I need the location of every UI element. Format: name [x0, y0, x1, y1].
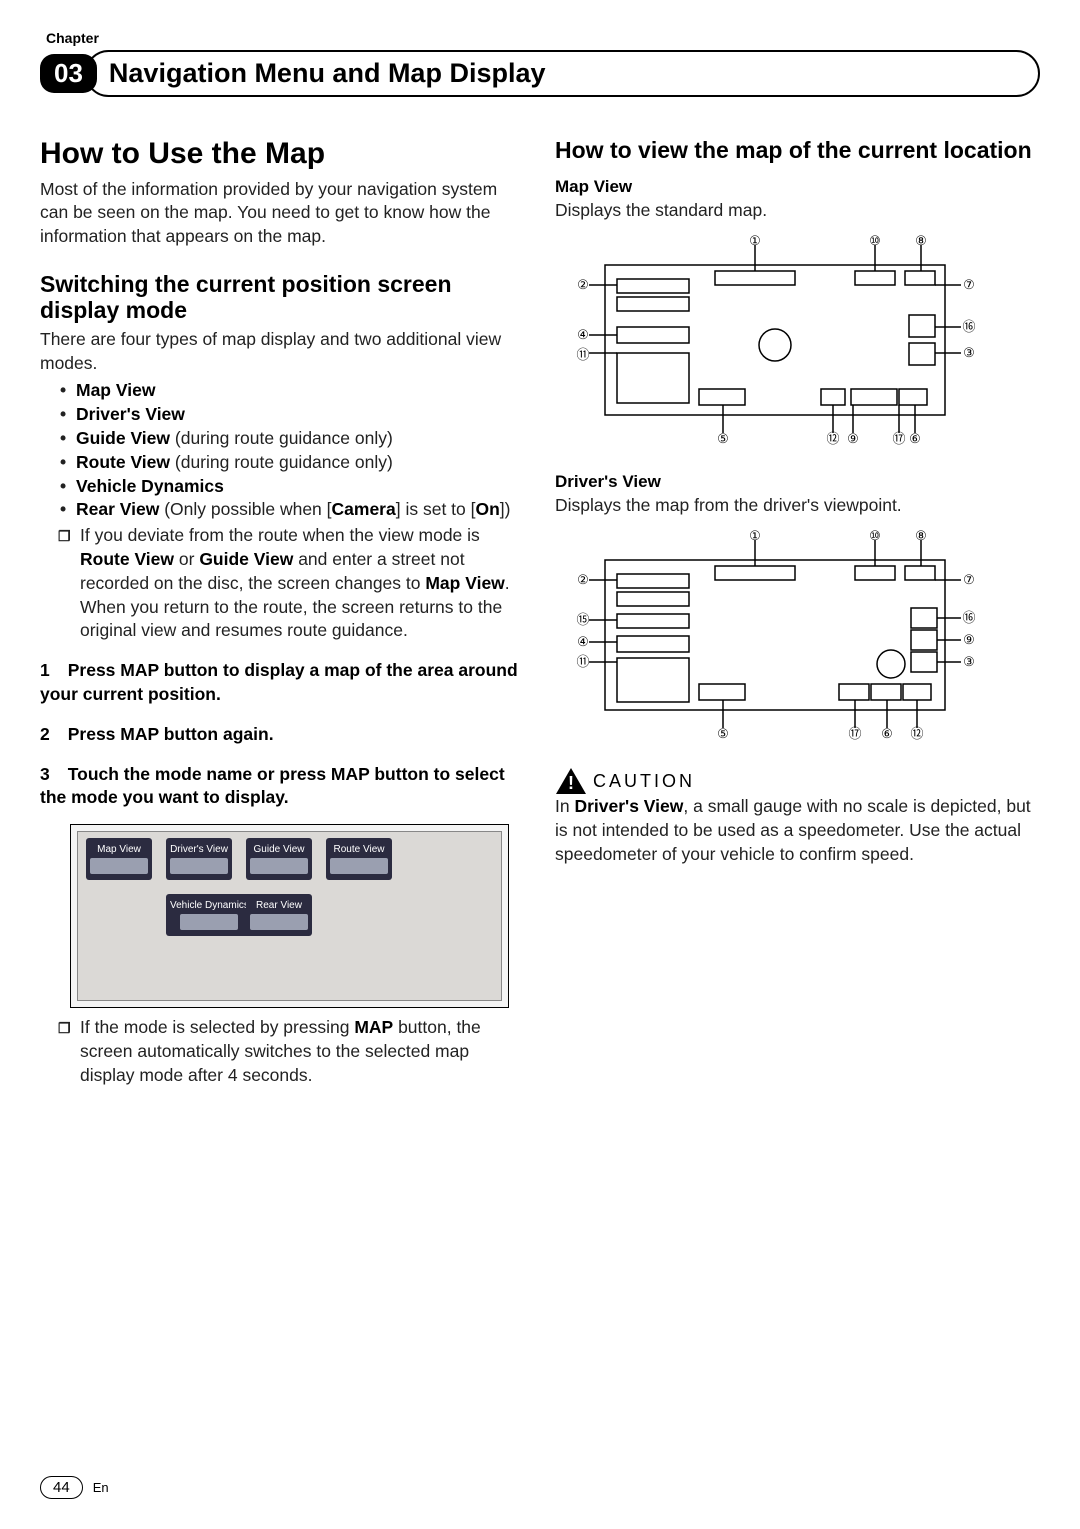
intro-text: Most of the information provided by your…	[40, 178, 525, 249]
svg-text:⑦: ⑦	[963, 277, 975, 292]
svg-text:⑰: ⑰	[848, 726, 861, 740]
svg-text:⑨: ⑨	[963, 632, 975, 647]
drivers-view-text: Displays the map from the driver's viewp…	[555, 494, 1040, 518]
note-list: If the mode is selected by pressing MAP …	[40, 1016, 525, 1087]
mode-selection-figure: Map View Driver's View Guide View Route …	[70, 824, 509, 1008]
svg-text:①: ①	[749, 530, 761, 543]
note-list: If you deviate from the route when the v…	[40, 524, 525, 643]
svg-text:⑧: ⑧	[915, 235, 927, 248]
page-footer: 44 En	[40, 1476, 109, 1499]
drivers-view-diagram: ① ⑩ ⑧ ② ⑮ ④ ⑪ ⑦ ⑯ ⑨ ③ ⑤ ⑰ ⑥ ⑫	[555, 530, 985, 740]
svg-text:⑩: ⑩	[869, 235, 881, 248]
mode-button: Rear View	[246, 894, 312, 936]
map-view-text: Displays the standard map.	[555, 199, 1040, 223]
language-label: En	[93, 1480, 109, 1495]
svg-text:⑨: ⑨	[847, 431, 859, 445]
caution-label: CAUTION	[593, 771, 695, 792]
map-view-heading: Map View	[555, 177, 1040, 197]
svg-text:②: ②	[577, 277, 589, 292]
svg-text:②: ②	[577, 572, 589, 587]
view-mode-list: Map View Driver's View Guide View (durin…	[40, 379, 525, 522]
page-number: 44	[40, 1476, 83, 1499]
subsection-title: How to view the map of the current locat…	[555, 137, 1040, 163]
svg-text:⑰: ⑰	[892, 431, 905, 445]
note-item: If you deviate from the route when the v…	[60, 524, 525, 643]
svg-text:⑥: ⑥	[909, 431, 921, 445]
list-item: Route View (during route guidance only)	[60, 451, 525, 475]
svg-text:④: ④	[577, 634, 589, 649]
svg-text:⑫: ⑫	[826, 431, 839, 445]
map-view-diagram: ① ⑩ ⑧ ② ④ ⑪ ⑦ ⑯ ③ ⑤ ⑫⑨ ⑰⑥	[555, 235, 985, 445]
svg-text:⑯: ⑯	[962, 610, 975, 625]
svg-text:⑥: ⑥	[881, 726, 893, 740]
mode-button: Route View	[326, 838, 392, 880]
mode-button: Map View	[86, 838, 152, 880]
step-3: 3 Touch the mode name or press MAP butto…	[40, 763, 525, 811]
list-item: Guide View (during route guidance only)	[60, 427, 525, 451]
list-item: Driver's View	[60, 403, 525, 427]
caution-text: In Driver's View, a small gauge with no …	[555, 795, 1040, 866]
caution-row: ! CAUTION	[555, 767, 1040, 795]
drivers-view-heading: Driver's View	[555, 472, 1040, 492]
chapter-title: Navigation Menu and Map Display	[109, 58, 546, 89]
svg-text:!: !	[568, 773, 574, 793]
svg-text:⑧: ⑧	[915, 530, 927, 543]
list-item: Vehicle Dynamics	[60, 475, 525, 499]
svg-text:③: ③	[963, 345, 975, 360]
chapter-title-container: Navigation Menu and Map Display	[85, 50, 1040, 97]
right-column: How to view the map of the current locat…	[555, 137, 1040, 1088]
step-2: 2 Press MAP button again.	[40, 723, 525, 747]
list-item: Map View	[60, 379, 525, 403]
svg-text:⑮: ⑮	[576, 612, 589, 627]
caution-icon: !	[555, 767, 587, 795]
svg-text:⑤: ⑤	[717, 431, 729, 445]
list-item: Rear View (Only possible when [Camera] i…	[60, 498, 525, 522]
subsection-text: There are four types of map display and …	[40, 328, 525, 376]
mode-button: Vehicle Dynamics	[166, 894, 253, 936]
svg-text:④: ④	[577, 327, 589, 342]
svg-text:⑩: ⑩	[869, 530, 881, 543]
step-1: 1 Press MAP button to display a map of t…	[40, 659, 525, 707]
svg-text:①: ①	[749, 235, 761, 248]
svg-text:③: ③	[963, 654, 975, 669]
svg-text:⑪: ⑪	[576, 347, 589, 362]
svg-text:⑫: ⑫	[910, 726, 923, 740]
subsection-title: Switching the current position screen di…	[40, 271, 525, 324]
svg-text:⑯: ⑯	[962, 319, 975, 334]
svg-text:⑤: ⑤	[717, 726, 729, 740]
left-column: How to Use the Map Most of the informati…	[40, 137, 525, 1088]
svg-text:⑦: ⑦	[963, 572, 975, 587]
chapter-header: 03 Navigation Menu and Map Display	[40, 50, 1040, 97]
section-title: How to Use the Map	[40, 137, 525, 172]
chapter-label: Chapter	[40, 30, 1040, 46]
mode-button: Driver's View	[166, 838, 232, 880]
mode-button: Guide View	[246, 838, 312, 880]
svg-text:⑪: ⑪	[576, 654, 589, 669]
note-item: If the mode is selected by pressing MAP …	[60, 1016, 525, 1087]
